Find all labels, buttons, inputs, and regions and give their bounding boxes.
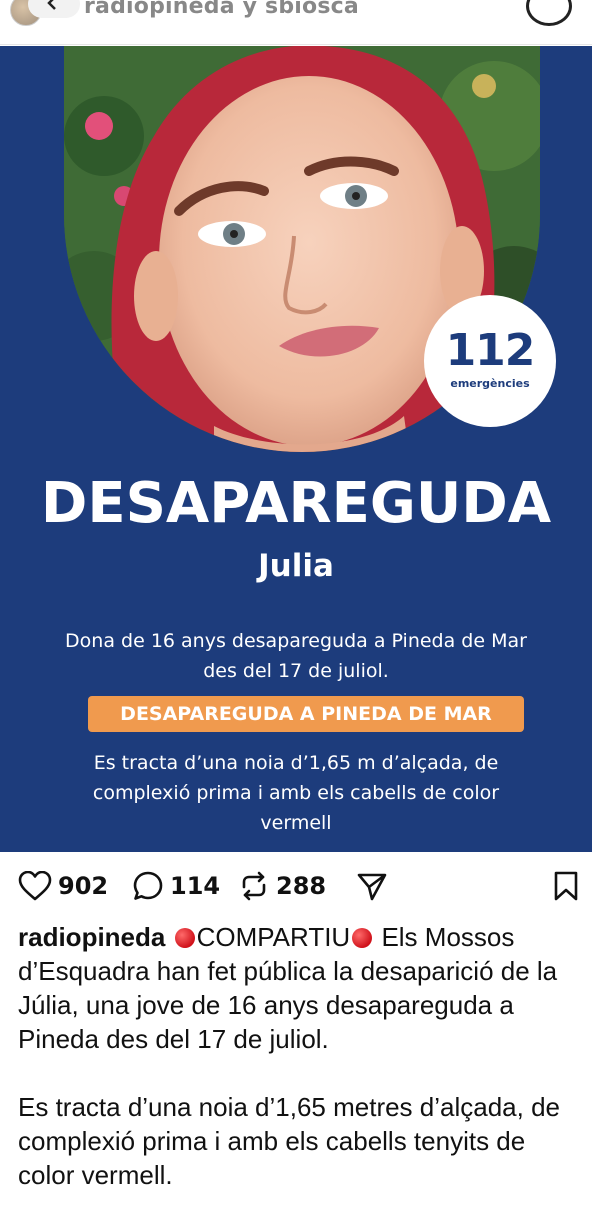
save-action[interactable] xyxy=(552,862,580,910)
chevron-left-icon xyxy=(47,0,56,10)
bookmark-icon[interactable] xyxy=(552,870,580,902)
comment-action[interactable]: 114 xyxy=(132,862,220,910)
caption-username[interactable]: radiopineda xyxy=(18,922,165,952)
post-header: radiopineda y sbiosca xyxy=(0,0,592,46)
repost-count: 288 xyxy=(276,872,327,900)
header-username[interactable]: radiopineda y sbiosca xyxy=(84,0,359,19)
caption-text-2: Es tracta d’una noia d’1,65 metres d’alç… xyxy=(18,1092,561,1190)
header-divider xyxy=(0,44,592,45)
caption-tag: COMPARTIU xyxy=(196,922,351,952)
location-banner: DESAPAREGUDA A PINEDA DE MAR xyxy=(88,696,524,732)
comment-icon[interactable] xyxy=(132,870,164,902)
repost-icon[interactable] xyxy=(238,870,270,902)
send-icon[interactable] xyxy=(356,870,388,902)
like-action[interactable]: 902 xyxy=(18,862,108,910)
red-circle-emoji xyxy=(174,928,195,948)
more-options-icon[interactable] xyxy=(526,0,572,26)
red-circle-emoji xyxy=(352,928,373,948)
share-action[interactable] xyxy=(356,862,388,910)
post-image[interactable]: 112 emergències DESAPAREGUDA Julia Dona … xyxy=(0,46,592,852)
caption-paragraph-2: Es tracta d’una noia d’1,65 metres d’alç… xyxy=(18,1090,584,1192)
poster-description-2: Es tracta d’una noia d’1,65 m d’alçada, … xyxy=(92,752,500,834)
badge-label: emergències xyxy=(450,377,530,390)
poster-description-1: Dona de 16 anys desapareguda a Pineda de… xyxy=(65,630,527,682)
heart-icon[interactable] xyxy=(18,871,52,901)
repost-action[interactable]: 288 xyxy=(238,862,326,910)
comment-count: 114 xyxy=(170,872,221,900)
back-button[interactable] xyxy=(28,0,80,18)
poster-title: DESAPAREGUDA xyxy=(40,471,552,536)
action-bar: 902 114 288 xyxy=(0,862,592,910)
post-caption: radiopineda COMPARTIU Els Mossos d’Esqua… xyxy=(18,920,584,1226)
caption-paragraph-1: radiopineda COMPARTIU Els Mossos d’Esqua… xyxy=(18,920,584,1056)
person-name: Julia xyxy=(258,548,334,584)
like-count: 902 xyxy=(58,872,109,900)
badge-number: 112 xyxy=(445,325,536,376)
112-emergencies-logo: 112 emergències xyxy=(424,295,556,427)
